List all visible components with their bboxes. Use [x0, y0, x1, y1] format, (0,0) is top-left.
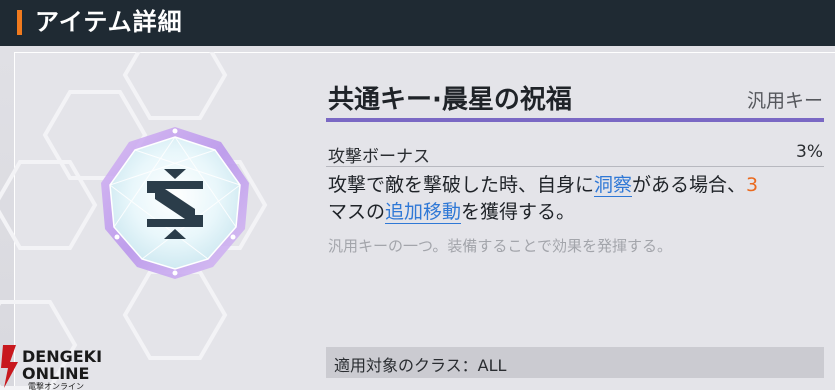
description-text: マスの: [328, 201, 386, 223]
description-text: 攻撃で敵を撃破した時、自身に: [328, 174, 595, 196]
intertwined-rune-emblem-icon: [101, 127, 249, 279]
watermark-line2: ONLINE: [22, 364, 89, 383]
target-class-label: 適用対象のクラス：ALL: [334, 356, 507, 375]
stat-divider: [326, 166, 824, 167]
page-title: アイテム詳細: [35, 8, 183, 36]
flavor-text: 汎用キーの一つ。装備することで効果を発揮する。: [328, 237, 672, 255]
highlight-number: 3: [746, 174, 759, 196]
header-bar: アイテム詳細: [0, 0, 835, 46]
target-class-bar: 適用対象のクラス：ALL: [326, 347, 824, 378]
dengeki-online-watermark-logo: DENGEKI ONLINE 電撃オンライン: [1, 345, 102, 390]
effect-description: 攻撃で敵を撃破した時、自身に洞察がある場合、3 マスの追加移動を獲得する。: [328, 172, 828, 226]
header-accent-bar: [17, 10, 22, 35]
title-divider: [326, 118, 824, 122]
keyword-link-extra-move[interactable]: 追加移動: [385, 201, 462, 224]
item-category: 汎用キー: [746, 90, 823, 112]
description-text: を獲得する。: [461, 201, 576, 223]
item-detail-screen: アイテム詳細 共通キー·晨星の祝福 汎用キー 攻撃ボーナス 3% 攻撃で敵を撃破…: [0, 0, 835, 390]
watermark-line3: 電撃オンライン: [28, 381, 84, 390]
description-text: がある場合、: [632, 174, 747, 196]
item-name: 共通キー·晨星の祝福: [328, 85, 572, 115]
keyword-link-insight[interactable]: 洞察: [594, 174, 633, 197]
stat-label: 攻撃ボーナス: [328, 147, 430, 167]
stat-value: 3%: [796, 142, 823, 162]
